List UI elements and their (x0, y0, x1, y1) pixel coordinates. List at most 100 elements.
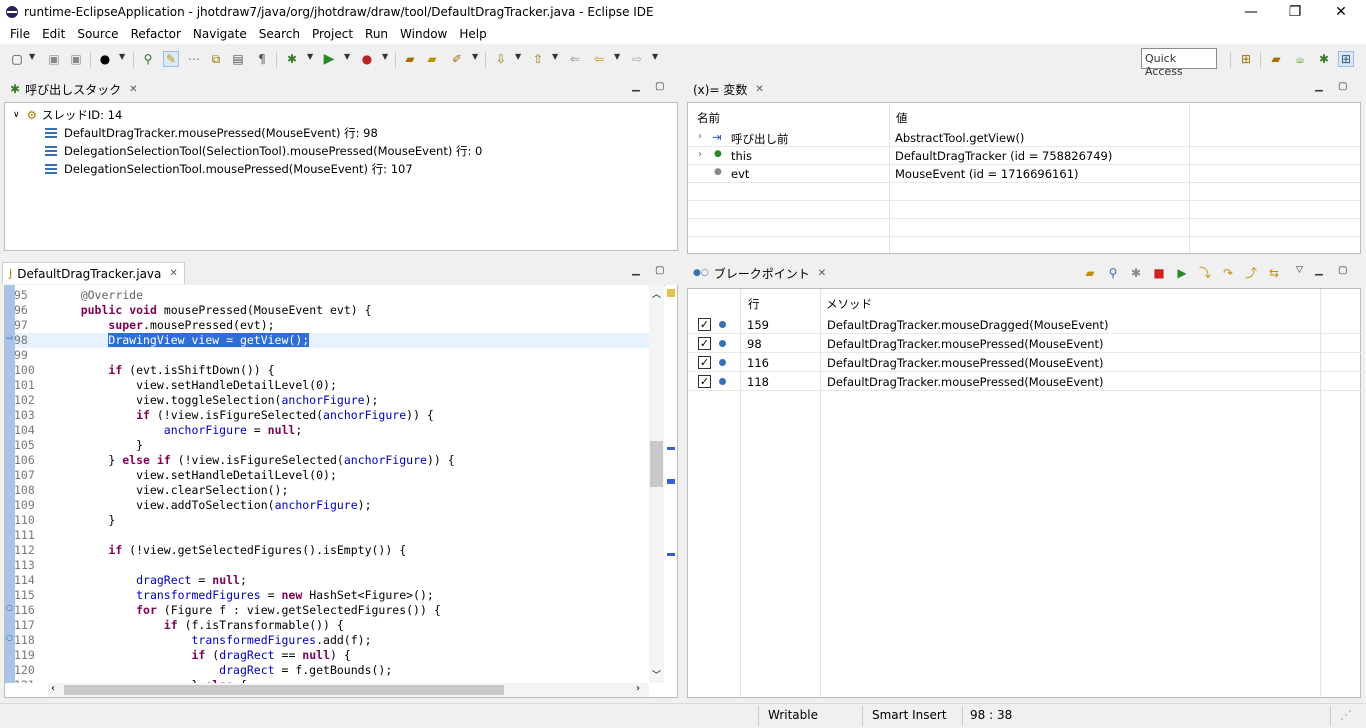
code-line[interactable]: 114 dragRect = null; (5, 573, 664, 588)
external-tools-icon[interactable]: ● (359, 51, 375, 67)
menu-search[interactable]: Search (253, 27, 306, 41)
resource-perspective-icon[interactable]: ▰ (1268, 51, 1284, 67)
hscrollbar-thumb[interactable] (64, 685, 504, 695)
forward-icon[interactable]: ⇨ (629, 51, 645, 67)
code-line[interactable]: 104 anchorFigure = null; (5, 423, 664, 438)
code-line[interactable]: 106 } else if (!view.isFigureSelected(an… (5, 453, 664, 468)
column-method-header[interactable]: メソッド (826, 296, 872, 312)
java-perspective-icon[interactable]: ☕ (1292, 51, 1308, 67)
menu-file[interactable]: File (4, 27, 36, 41)
pilcrow-icon[interactable]: ¶ (254, 51, 270, 67)
breakpoint-overview-marker[interactable] (667, 553, 675, 556)
close-icon[interactable]: ✕ (818, 268, 826, 279)
code-editor[interactable]: 95 @Override 96 public void mousePressed(… (5, 285, 664, 683)
breakpoint-checkbox[interactable]: ✓ (698, 318, 711, 331)
code-line[interactable]: 102 view.toggleSelection(anchorFigure); (5, 393, 664, 408)
code-line[interactable]: 96 public void mousePressed(MouseEvent e… (5, 303, 664, 318)
minimize-icon[interactable]: ▁ (1315, 265, 1323, 276)
open-folder-icon[interactable]: ▰ (424, 51, 440, 67)
close-icon[interactable]: ✕ (169, 268, 177, 279)
tab-callstack[interactable]: ✱ 呼び出しスタック ✕ (4, 78, 143, 100)
menu-run[interactable]: Run (359, 27, 394, 41)
code-line[interactable]: 119 if (dragRect == null) { (5, 648, 664, 663)
code-line[interactable]: 107 view.setHandleDetailLevel(0); (5, 468, 664, 483)
code-line[interactable]: 111 (5, 528, 664, 543)
horizontal-scrollbar[interactable]: ‹ › (48, 683, 649, 697)
code-line[interactable]: 118 transformedFigures.add(f); (5, 633, 664, 648)
code-line[interactable]: 99 (5, 348, 664, 363)
view-menu-icon[interactable]: ▽ (1296, 265, 1303, 275)
tab-breakpoints[interactable]: ●○ ブレークポイント ✕ (687, 262, 832, 284)
menu-edit[interactable]: Edit (36, 27, 71, 41)
code-line[interactable]: 109 view.addToSelection(anchorFigure); (5, 498, 664, 513)
prev-annotation-icon[interactable]: ⇧ (530, 51, 546, 67)
layout-perspective-icon[interactable]: ⊞ (1338, 51, 1354, 67)
breakpoint-row[interactable]: ✓ 98 DefaultDragTracker.mousePressed(Mou… (689, 334, 1361, 353)
code-line[interactable]: 120 dragRect = f.getBounds(); (5, 663, 664, 678)
open-type-icon[interactable]: ⚲ (140, 51, 156, 67)
toggle-mark-icon[interactable]: ✎ (163, 51, 179, 67)
code-line[interactable]: 98 DrawingView view = getView(); (5, 333, 664, 348)
maximize-icon[interactable]: ▢ (1338, 81, 1347, 92)
open-folder-icon[interactable]: ▰ (1082, 265, 1098, 281)
column-name-header[interactable]: 名前 (697, 110, 720, 126)
tab-variables[interactable]: (x)= 変数 ✕ (687, 78, 770, 100)
menu-help[interactable]: Help (453, 27, 492, 41)
code-line[interactable]: 105 } (5, 438, 664, 453)
column-value-header[interactable]: 値 (896, 110, 908, 126)
run-icon[interactable]: ▶ (321, 51, 337, 67)
close-button[interactable]: ✕ (1318, 0, 1364, 24)
user-icon[interactable]: ● (97, 51, 113, 67)
breakpoint-checkbox[interactable]: ✓ (698, 337, 711, 350)
minimize-icon[interactable]: ▁ (632, 265, 640, 276)
code-line[interactable]: 100 if (evt.isShiftDown()) { (5, 363, 664, 378)
restore-button[interactable]: ❐ (1272, 0, 1318, 24)
minimize-button[interactable]: — (1228, 0, 1274, 24)
quick-access-input[interactable]: Quick Access (1141, 48, 1217, 78)
code-line[interactable]: 95 @Override (5, 288, 664, 303)
save-icon[interactable]: ▣ (46, 51, 62, 67)
breakpoint-row[interactable]: ✓ 118 DefaultDragTracker.mousePressed(Mo… (689, 372, 1361, 391)
show-whitespace-icon[interactable]: ⧉ (208, 51, 224, 67)
menu-source[interactable]: Source (71, 27, 124, 41)
scroll-right-icon[interactable]: › (636, 683, 640, 694)
menu-refactor[interactable]: Refactor (125, 27, 187, 41)
minimize-icon[interactable]: ▁ (632, 81, 640, 92)
terminate-icon[interactable]: ■ (1151, 265, 1167, 281)
menu-navigate[interactable]: Navigate (187, 27, 253, 41)
status-insert-mode[interactable]: Smart Insert (872, 708, 947, 722)
close-icon[interactable]: ✕ (129, 84, 137, 95)
step-into-icon[interactable]: ⤵ (1197, 265, 1213, 281)
stack-frame[interactable]: DefaultDragTracker.mousePressed(MouseEve… (45, 124, 378, 142)
code-line[interactable]: 115 transformedFigures = new HashSet<Fig… (5, 588, 664, 603)
code-line[interactable]: 108 view.clearSelection(); (5, 483, 664, 498)
menu-project[interactable]: Project (306, 27, 359, 41)
code-line[interactable]: 112 if (!view.getSelectedFigures().isEmp… (5, 543, 664, 558)
code-line[interactable]: 113 (5, 558, 664, 573)
breakpoint-checkbox[interactable]: ✓ (698, 356, 711, 369)
back-icon[interactable]: ⇦ (591, 51, 607, 67)
maximize-icon[interactable]: ▢ (1338, 265, 1347, 276)
tab-editor-file[interactable]: J DefaultDragTracker.java ✕ (2, 262, 185, 284)
breakpoint-row[interactable]: ✓ 116 DefaultDragTracker.mousePressed(Mo… (689, 353, 1361, 372)
minimize-icon[interactable]: ▁ (1315, 81, 1323, 92)
close-icon[interactable]: ✕ (755, 84, 763, 95)
breakpoint-overview-marker[interactable] (667, 479, 675, 484)
step-return-icon[interactable]: ⤴ (1243, 265, 1259, 281)
maximize-icon[interactable]: ▢ (655, 81, 664, 92)
next-annotation-icon[interactable]: ⇩ (493, 51, 509, 67)
open-perspective-icon[interactable]: ⊞ (1238, 51, 1254, 67)
block-select-icon[interactable]: ⋯ (186, 51, 202, 67)
menu-window[interactable]: Window (394, 27, 453, 41)
code-line[interactable]: 103 if (!view.isFigureSelected(anchorFig… (5, 408, 664, 423)
warning-marker[interactable] (667, 289, 675, 297)
chevron-down-icon[interactable]: ∨ (13, 110, 20, 120)
search-tool-icon[interactable]: ✐ (449, 51, 465, 67)
last-edit-icon[interactable]: ⇐ (567, 51, 583, 67)
chevron-right-icon[interactable]: › (698, 131, 702, 142)
resume-icon[interactable]: ▶ (1174, 265, 1190, 281)
column-line-header[interactable]: 行 (748, 296, 760, 312)
code-line[interactable]: 116 for (Figure f : view.getSelectedFigu… (5, 603, 664, 618)
step-over-icon[interactable]: ↷ (1220, 265, 1236, 281)
code-line[interactable]: 110 } (5, 513, 664, 528)
